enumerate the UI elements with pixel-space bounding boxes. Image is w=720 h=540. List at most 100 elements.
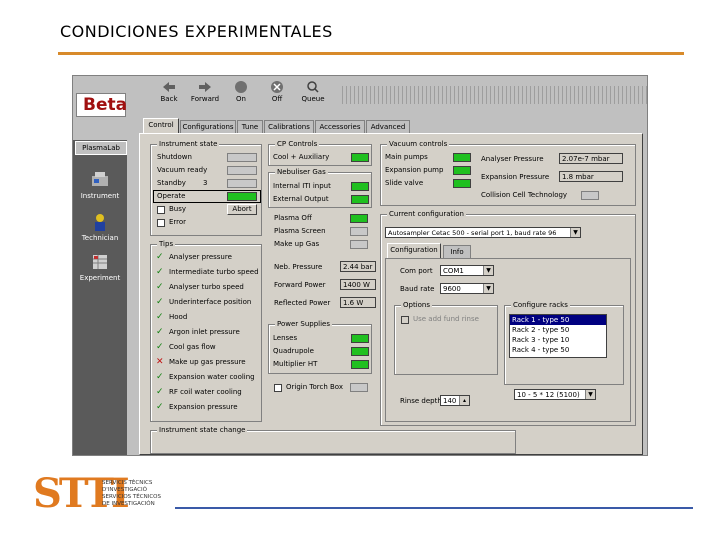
forward-power-label: Forward Power bbox=[274, 281, 326, 289]
expansion-pump-indicator[interactable] bbox=[453, 166, 471, 175]
tip-label: Hood bbox=[169, 313, 188, 321]
rinse-depth-value: 140 bbox=[443, 397, 457, 405]
instrument-state-title: Instrument state bbox=[157, 140, 220, 148]
forward-label: Forward bbox=[190, 95, 220, 103]
title-divider bbox=[58, 52, 684, 55]
sidebar-item-technician[interactable]: Technician bbox=[73, 212, 127, 242]
off-button[interactable]: Off bbox=[259, 78, 295, 108]
spin-icon[interactable]: ▴ bbox=[459, 396, 469, 405]
slide-valve-indicator[interactable] bbox=[453, 179, 471, 188]
on-label: On bbox=[236, 95, 246, 103]
chevron-down-icon[interactable]: ▼ bbox=[483, 266, 493, 275]
rinse-depth-label: Rinse depth bbox=[400, 397, 442, 405]
sidebar: PlasmaLab Instrument Technician Experime… bbox=[73, 140, 127, 455]
sidebar-item-instrument[interactable]: Instrument bbox=[73, 170, 127, 200]
error-checkbox bbox=[157, 219, 165, 227]
baud-rate-label: Baud rate bbox=[400, 285, 435, 293]
state-operate-indicator[interactable] bbox=[227, 192, 257, 201]
cool-auxiliary-indicator[interactable] bbox=[351, 153, 369, 162]
state-busy-label: Busy bbox=[169, 205, 187, 213]
configuration-select-value: Autosampler Cetac 500 - serial port 1, b… bbox=[388, 229, 557, 237]
origin-torch-box-checkbox[interactable] bbox=[274, 384, 282, 392]
chevron-down-icon[interactable]: ▼ bbox=[483, 284, 493, 293]
options-title: Options bbox=[401, 301, 433, 309]
multiplier-ht-indicator[interactable] bbox=[351, 360, 369, 369]
beta-logo-text: Beta bbox=[83, 95, 128, 115]
main-pumps-label: Main pumps bbox=[385, 153, 428, 161]
state-standby-indicator[interactable] bbox=[227, 179, 257, 188]
abort-button[interactable]: Abort bbox=[227, 204, 257, 215]
external-output-indicator[interactable] bbox=[351, 195, 369, 204]
tip-label: Intermediate turbo speed bbox=[169, 268, 259, 276]
check-icon: ✓ bbox=[156, 372, 164, 382]
tab-calibrations[interactable]: Calibrations bbox=[264, 120, 314, 133]
lenses-label: Lenses bbox=[273, 334, 298, 342]
instrument-state-change-title: Instrument state change bbox=[157, 426, 248, 434]
rack-item[interactable]: Rack 2 - type 50 bbox=[510, 325, 606, 335]
rack-item[interactable]: Rack 4 - type 50 bbox=[510, 345, 606, 355]
state-vacuum-ready-label: Vacuum ready bbox=[157, 166, 208, 174]
rinse-depth-stepper[interactable]: 140 ▴ bbox=[440, 395, 470, 406]
origin-torch-box-label: Origin Torch Box bbox=[286, 383, 343, 391]
tab-accessories[interactable]: Accessories bbox=[315, 120, 365, 133]
subtab-configuration[interactable]: Configuration bbox=[387, 243, 441, 259]
technician-icon bbox=[95, 214, 105, 231]
tips-group: Tips ✓ Analyser pressure ✓ Intermediate tur… bbox=[150, 240, 262, 422]
com-port-select[interactable]: COM1 ▼ bbox=[440, 265, 494, 276]
check-icon: ✓ bbox=[156, 327, 164, 337]
neb-pressure-label: Neb. Pressure bbox=[274, 263, 323, 271]
queue-button[interactable]: Queue bbox=[295, 78, 331, 108]
check-icon: ✓ bbox=[156, 252, 164, 262]
origin-torch-box-indicator[interactable] bbox=[350, 383, 368, 392]
plasma-off-indicator[interactable] bbox=[350, 214, 368, 223]
subtab-info[interactable]: Info bbox=[443, 245, 471, 258]
tab-tune[interactable]: Tune bbox=[237, 120, 263, 133]
tab-advanced[interactable]: Advanced bbox=[366, 120, 410, 133]
back-button[interactable]: Back bbox=[151, 78, 187, 108]
tab-configurations[interactable]: Configurations bbox=[180, 120, 236, 133]
expansion-pressure-value: 1.8 mbar bbox=[559, 171, 623, 182]
forward-arrow-icon bbox=[199, 82, 211, 92]
main-pumps-indicator[interactable] bbox=[453, 153, 471, 162]
configuration-select[interactable]: Autosampler Cetac 500 - serial port 1, b… bbox=[385, 227, 581, 238]
options-checkbox[interactable] bbox=[401, 316, 409, 324]
state-shutdown-indicator[interactable] bbox=[227, 153, 257, 162]
rack-item[interactable]: Rack 1 - type 50 bbox=[510, 315, 606, 325]
rack-size-value: 10 - 5 * 12 (5100) bbox=[517, 391, 580, 399]
forward-power-value: 1400 W bbox=[340, 279, 376, 290]
logo-line: DE INVESTIGACIÓN bbox=[102, 501, 155, 507]
on-button[interactable]: On bbox=[223, 78, 259, 108]
state-standby-label: Standby bbox=[157, 179, 186, 187]
sidebar-item-experiment[interactable]: Experiment bbox=[73, 252, 127, 282]
quadrupole-indicator[interactable] bbox=[351, 347, 369, 356]
state-vacuum-ready-indicator[interactable] bbox=[227, 166, 257, 175]
tip-label: Expansion pressure bbox=[169, 403, 238, 411]
reflected-power-label: Reflected Power bbox=[274, 299, 331, 307]
state-operate-label: Operate bbox=[157, 192, 186, 200]
chevron-down-icon[interactable]: ▼ bbox=[585, 390, 595, 399]
rack-item[interactable]: Rack 3 - type 10 bbox=[510, 335, 606, 345]
internal-input-label: Internal ITI input bbox=[273, 182, 331, 190]
queue-label: Queue bbox=[301, 95, 325, 103]
racks-list[interactable]: Rack 1 - type 50 Rack 2 - type 50 Rack 3… bbox=[509, 314, 607, 358]
make-up-gas-indicator[interactable] bbox=[350, 240, 368, 249]
expansion-pump-label: Expansion pump bbox=[385, 166, 444, 174]
internal-input-indicator[interactable] bbox=[351, 182, 369, 191]
forward-button[interactable]: Forward bbox=[187, 78, 223, 108]
current-configuration-title: Current configuration bbox=[387, 210, 466, 218]
logo-line: D'INVESTIGACIÓ bbox=[102, 487, 147, 493]
tip-label: Analyser pressure bbox=[169, 253, 232, 261]
tip-label: Analyser turbo speed bbox=[169, 283, 244, 291]
tab-control[interactable]: Control bbox=[143, 118, 179, 134]
chevron-down-icon[interactable]: ▼ bbox=[570, 228, 580, 237]
baud-rate-value: 9600 bbox=[443, 285, 461, 293]
quadrupole-label: Quadrupole bbox=[273, 347, 314, 355]
rack-size-select[interactable]: 10 - 5 * 12 (5100) ▼ bbox=[514, 389, 596, 400]
collision-cell-indicator[interactable] bbox=[581, 191, 599, 200]
sidebar-header: PlasmaLab bbox=[75, 141, 127, 155]
baud-rate-select[interactable]: 9600 ▼ bbox=[440, 283, 494, 294]
lenses-indicator[interactable] bbox=[351, 334, 369, 343]
plasma-screen-indicator[interactable] bbox=[350, 227, 368, 236]
cp-controls-group: CP Controls Cool + Auxiliary bbox=[268, 140, 372, 166]
off-circle-icon bbox=[271, 81, 283, 93]
